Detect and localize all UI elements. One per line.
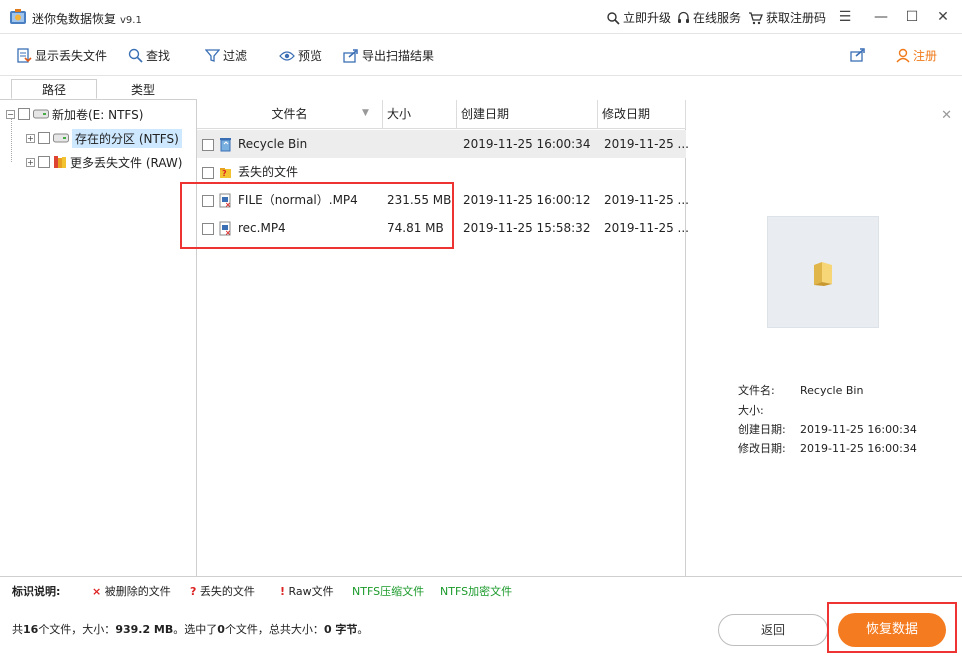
upgrade-link[interactable]: 立即升级: [606, 9, 671, 26]
preview-modified-value: 2019-11-25 16:00:34: [800, 442, 917, 455]
partition-icon: [53, 133, 69, 143]
find-button[interactable]: 查找: [128, 47, 170, 64]
file-list-header: 文件名 ▼ 大小 创建日期 修改日期: [197, 100, 686, 129]
preview-thumbnail: [767, 216, 879, 328]
filter-icon: [205, 49, 220, 62]
expand-icon[interactable]: +: [26, 157, 35, 167]
file-modified: 2019-11-25 ...: [604, 193, 689, 207]
raw-files-icon: [54, 156, 66, 168]
user-icon: [896, 48, 910, 63]
legend-ntfs-compressed: NTFS压缩文件: [352, 585, 425, 598]
raw-mark-icon: !: [280, 585, 286, 598]
file-modified: 2019-11-25 ...: [604, 221, 689, 235]
share-icon: [850, 48, 865, 62]
preview-button[interactable]: 预览: [279, 47, 322, 64]
cart-icon: [749, 11, 763, 24]
tree-item-existing-partition[interactable]: + 存在的分区 (NTFS): [26, 128, 182, 148]
sort-arrow-icon: ▼: [362, 108, 369, 118]
legend-deleted: × 被删除的文件: [92, 585, 171, 598]
view-tabs: 路径 类型: [0, 76, 197, 100]
minimize-icon[interactable]: —: [871, 7, 891, 27]
tree-checkbox[interactable]: [38, 132, 50, 144]
file-name: Recycle Bin: [238, 137, 308, 151]
preview-name-label: 文件名:: [738, 384, 775, 397]
register-button[interactable]: 注册: [896, 47, 937, 64]
eye-icon: [279, 50, 295, 61]
column-header-created[interactable]: 创建日期: [457, 100, 598, 129]
lost-files-icon: [17, 47, 32, 63]
legend-title: 标识说明:: [12, 585, 61, 598]
tree-checkbox[interactable]: [38, 156, 50, 168]
online-service-link[interactable]: 在线服务: [677, 9, 741, 26]
file-modified: 2019-11-25 ...: [604, 137, 689, 151]
legend-ntfs-encrypted: NTFS加密文件: [440, 585, 513, 598]
legend-lost: ? 丢失的文件: [190, 585, 255, 598]
deleted-mark-icon: ×: [92, 585, 102, 598]
file-created: 2019-11-25 15:58:32: [463, 221, 591, 235]
file-created: 2019-11-25 16:00:34: [463, 137, 591, 151]
lost-mark-icon: ?: [190, 585, 197, 598]
share-button[interactable]: [850, 47, 866, 62]
close-icon[interactable]: ✕: [933, 7, 953, 27]
preview-created-label: 创建日期:: [738, 423, 786, 436]
preview-created-value: 2019-11-25 16:00:34: [800, 423, 917, 436]
highlight-box: [180, 182, 454, 249]
filter-button[interactable]: 过滤: [205, 47, 247, 64]
tree-label: 更多丢失文件 (RAW): [70, 155, 183, 170]
legend-raw: ! Raw文件: [280, 585, 334, 598]
close-preview-icon[interactable]: ✕: [941, 108, 952, 123]
preview-size-row: 大小:: [738, 402, 800, 418]
export-results-button[interactable]: 导出扫描结果: [343, 47, 434, 64]
file-list: 文件名 ▼ 大小 创建日期 修改日期 Recycle Bin 2019-11-2…: [180, 100, 689, 576]
legend-bar: 标识说明: × 被删除的文件 ? 丢失的文件 ! Raw文件 NTFS压缩文件 …: [0, 576, 962, 602]
column-header-size[interactable]: 大小: [383, 100, 457, 129]
export-icon: [343, 49, 358, 63]
folder-icon: [814, 262, 832, 286]
row-checkbox[interactable]: [202, 167, 214, 179]
search-icon: [128, 48, 143, 63]
status-text: 共16个文件，大小：939.2 MB。选中了0个文件，总共大小：0 字节。: [12, 623, 369, 636]
preview-size-label: 大小:: [738, 404, 764, 417]
show-lost-files-button[interactable]: 显示丢失文件: [16, 47, 107, 64]
back-button[interactable]: 返回: [718, 614, 828, 646]
preview-created-row: 创建日期: 2019-11-25 16:00:34: [738, 421, 917, 437]
column-header-name[interactable]: 文件名: [197, 100, 383, 129]
app-version: v9.1: [120, 15, 142, 26]
tree-checkbox[interactable]: [18, 108, 30, 120]
collapse-icon[interactable]: −: [6, 109, 15, 119]
tree-label: 存在的分区 (NTFS): [72, 128, 182, 148]
file-created: 2019-11-25 16:00:12: [463, 193, 591, 207]
preview-name-value: Recycle Bin: [800, 384, 864, 397]
preview-modified-row: 修改日期: 2019-11-25 16:00:34: [738, 440, 917, 456]
title-bar: 迷你兔数据恢复 v9.1 立即升级 在线服务 获取注册码 ☰ — ☐ ✕: [0, 0, 962, 34]
row-checkbox[interactable]: [202, 139, 214, 151]
toolbar: 显示丢失文件 查找 过滤 预览 导出扫描结果 注册: [0, 34, 962, 76]
app-title: 迷你兔数据恢复 v9.1: [32, 12, 142, 26]
table-row[interactable]: Recycle Bin 2019-11-25 16:00:34 2019-11-…: [197, 130, 689, 158]
partition-tree: − 新加卷(E: NTFS) + 存在的分区 (NTFS) + 更多丢失文件 (…: [0, 100, 197, 576]
tree-label: 新加卷(E: NTFS): [52, 107, 144, 122]
app-logo-icon: [10, 9, 26, 24]
drive-icon: [33, 109, 49, 119]
menu-icon[interactable]: ☰: [835, 7, 855, 27]
expand-icon[interactable]: +: [26, 133, 35, 143]
lost-folder-icon: ?: [220, 168, 231, 178]
get-code-link[interactable]: 获取注册码: [748, 9, 826, 26]
svg-text:?: ?: [222, 169, 227, 178]
status-bar: 共16个文件，大小：939.2 MB。选中了0个文件，总共大小：0 字节。 返回…: [0, 602, 962, 658]
preview-panel: ✕ 文件名: Recycle Bin 大小: 创建日期: 2019-11-25 16…: [686, 100, 962, 576]
preview-modified-label: 修改日期:: [738, 442, 786, 455]
recover-highlight-box: [827, 602, 957, 653]
tree-item-more-lost[interactable]: + 更多丢失文件 (RAW): [26, 152, 182, 172]
preview-name-row: 文件名: Recycle Bin: [738, 382, 863, 398]
search-upgrade-icon: [607, 11, 620, 25]
recycle-bin-icon: [220, 138, 231, 152]
maximize-icon[interactable]: ☐: [902, 7, 922, 27]
column-header-modified[interactable]: 修改日期: [598, 100, 686, 129]
tree-item-volume[interactable]: − 新加卷(E: NTFS): [6, 104, 143, 124]
headset-icon: [678, 11, 689, 23]
tab-type[interactable]: 类型: [100, 80, 186, 100]
tab-path[interactable]: 路径: [11, 79, 97, 99]
